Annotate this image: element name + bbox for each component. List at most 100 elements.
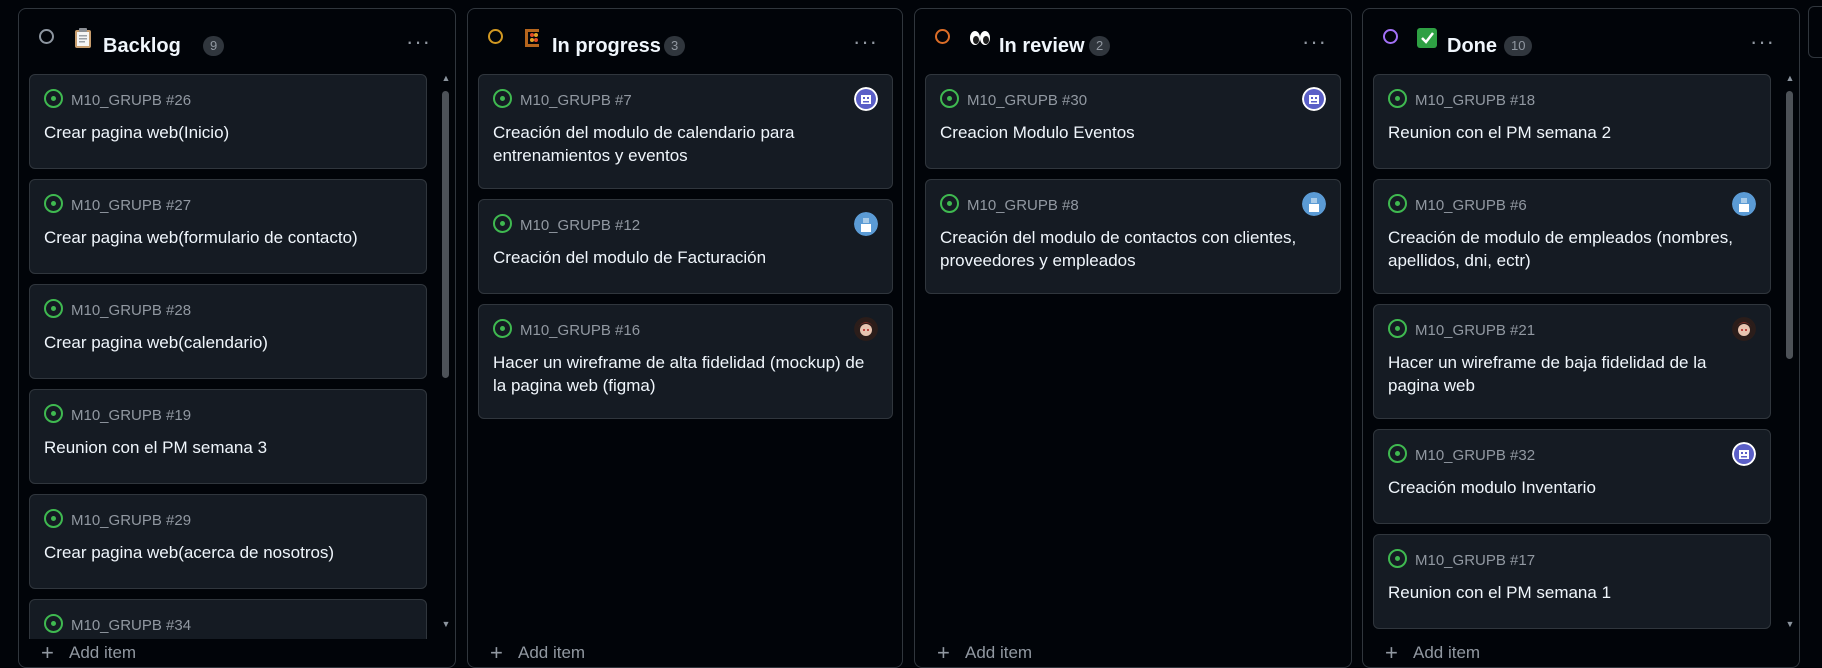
issue-card[interactable]: M10_GRUPB #18 Reunion con el PM semana 2 (1373, 74, 1771, 169)
issue-card[interactable]: M10_GRUPB #29 Crear pagina web(acerca de… (29, 494, 427, 589)
scroll-down-icon[interactable]: ▼ (439, 619, 453, 629)
card-list: M10_GRUPB #18 Reunion con el PM semana 2… (1373, 74, 1773, 639)
issue-title[interactable]: Crear pagina web(calendario) (44, 331, 414, 354)
blue-avatar[interactable] (1732, 192, 1756, 216)
issue-title[interactable]: Reunion con el PM semana 3 (44, 436, 414, 459)
issue-reference[interactable]: M10_GRUPB #19 (71, 407, 191, 424)
column-done: Done 10 ··· M10_GRUPB #18 Reunion con el… (1362, 8, 1800, 668)
robot-avatar[interactable] (1732, 442, 1756, 466)
column-in-progress: In progress 3 ··· M10_GRUPB #7 Creación … (467, 8, 903, 668)
status-circle-icon (39, 29, 54, 44)
issue-open-icon (44, 509, 63, 528)
issue-card[interactable]: M10_GRUPB #17 Reunion con el PM semana 1 (1373, 534, 1771, 629)
issue-open-icon (1388, 319, 1407, 338)
issue-title[interactable]: Creación del modulo de Facturación (493, 246, 880, 269)
column-scrollbar[interactable]: ▲ ▼ (1783, 71, 1797, 633)
plus-icon: + (490, 640, 503, 665)
issue-card[interactable]: M10_GRUPB #32 Creación modulo Inventario (1373, 429, 1771, 524)
issue-reference[interactable]: M10_GRUPB #30 (967, 92, 1087, 109)
column-title: Done (1447, 35, 1497, 57)
issue-open-icon (44, 194, 63, 213)
plus-icon: + (41, 640, 54, 665)
issue-title[interactable]: Reunion con el PM semana 1 (1388, 581, 1758, 604)
issue-open-icon (493, 319, 512, 338)
issue-title[interactable]: Creación modulo Inventario (1388, 476, 1758, 499)
more-options-icon[interactable]: ··· (1302, 29, 1327, 55)
issue-reference[interactable]: M10_GRUPB #12 (520, 217, 640, 234)
issue-reference[interactable]: M10_GRUPB #17 (1415, 552, 1535, 569)
issue-title[interactable]: Creacion Modulo Eventos (940, 121, 1328, 144)
issue-card[interactable]: M10_GRUPB #12 Creación del modulo de Fac… (478, 199, 893, 294)
column-header: In review 2 ··· (915, 9, 1351, 71)
issue-open-icon (940, 89, 959, 108)
issue-title[interactable]: Hacer un wireframe de baja fidelidad de … (1388, 351, 1758, 397)
more-options-icon[interactable]: ··· (1750, 29, 1775, 55)
issue-card[interactable]: M10_GRUPB #16 Hacer un wireframe de alta… (478, 304, 893, 419)
issue-reference[interactable]: M10_GRUPB #29 (71, 512, 191, 529)
issue-title[interactable]: Creación de modulo de empleados (nombres… (1388, 226, 1758, 272)
issue-card[interactable]: M10_GRUPB #26 Crear pagina web(Inicio) (29, 74, 427, 169)
add-item-label: Add item (965, 643, 1033, 662)
issue-card[interactable]: M10_GRUPB #8 Creación del modulo de cont… (925, 179, 1341, 294)
column-scrollbar[interactable]: ▲ ▼ (439, 71, 453, 633)
issue-reference[interactable]: M10_GRUPB #18 (1415, 92, 1535, 109)
issue-reference[interactable]: M10_GRUPB #32 (1415, 447, 1535, 464)
issue-card[interactable]: M10_GRUPB #34 (29, 599, 427, 639)
issue-open-icon (493, 214, 512, 233)
item-count-badge: 3 (664, 36, 686, 56)
add-item-label: Add item (518, 643, 586, 662)
status-circle-icon (935, 29, 950, 44)
issue-title[interactable]: Crear pagina web(acerca de nosotros) (44, 541, 414, 564)
scroll-down-icon[interactable]: ▼ (1783, 619, 1797, 629)
more-options-icon[interactable]: ··· (406, 29, 431, 55)
scroll-up-icon[interactable]: ▲ (439, 73, 453, 83)
issue-title[interactable]: Reunion con el PM semana 2 (1388, 121, 1758, 144)
check-mark-icon (1417, 27, 1437, 49)
column-title: Backlog (103, 35, 181, 57)
item-count-badge: 2 (1089, 36, 1111, 56)
issue-card[interactable]: M10_GRUPB #7 Creación del modulo de cale… (478, 74, 893, 189)
scroll-thumb[interactable] (1786, 91, 1793, 359)
issue-title[interactable]: Hacer un wireframe de alta fidelidad (mo… (493, 351, 880, 397)
column-header: In progress 3 ··· (468, 9, 902, 71)
column-header: Done 10 ··· (1363, 9, 1799, 71)
issue-open-icon (1388, 89, 1407, 108)
issue-title[interactable]: Crear pagina web(Inicio) (44, 121, 414, 144)
anime-avatar[interactable] (854, 317, 878, 341)
blue-avatar[interactable] (1302, 192, 1326, 216)
issue-open-icon (44, 404, 63, 423)
issue-open-icon (44, 299, 63, 318)
card-list: M10_GRUPB #30 Creacion Modulo Eventos M1… (925, 74, 1343, 639)
issue-card[interactable]: M10_GRUPB #27 Crear pagina web(formulari… (29, 179, 427, 274)
issue-title[interactable]: Creación del modulo de contactos con cli… (940, 226, 1328, 272)
issue-open-icon (44, 89, 63, 108)
robot-avatar[interactable] (854, 87, 878, 111)
card-list: M10_GRUPB #26 Crear pagina web(Inicio) M… (29, 74, 449, 639)
blue-avatar[interactable] (854, 212, 878, 236)
issue-reference[interactable]: M10_GRUPB #8 (967, 197, 1079, 214)
item-count-badge: 9 (203, 36, 225, 56)
scroll-up-icon[interactable]: ▲ (1783, 73, 1797, 83)
issue-card[interactable]: M10_GRUPB #21 Hacer un wireframe de baja… (1373, 304, 1771, 419)
issue-reference[interactable]: M10_GRUPB #21 (1415, 322, 1535, 339)
issue-card[interactable]: M10_GRUPB #19 Reunion con el PM semana 3 (29, 389, 427, 484)
next-column-edge (1808, 6, 1822, 58)
issue-reference[interactable]: M10_GRUPB #16 (520, 322, 640, 339)
column-backlog: Backlog 9 ··· M10_GRUPB #26 Crear pagina… (18, 8, 456, 668)
issue-title[interactable]: Crear pagina web(formulario de contacto) (44, 226, 414, 249)
issue-card[interactable]: M10_GRUPB #6 Creación de modulo de emple… (1373, 179, 1771, 294)
robot-avatar[interactable] (1302, 87, 1326, 111)
issue-card[interactable]: M10_GRUPB #30 Creacion Modulo Eventos (925, 74, 1341, 169)
issue-title[interactable]: Creación del modulo de calendario para e… (493, 121, 880, 167)
issue-reference[interactable]: M10_GRUPB #34 (71, 617, 191, 634)
more-options-icon[interactable]: ··· (853, 29, 878, 55)
scroll-thumb[interactable] (442, 91, 449, 378)
item-count-badge: 10 (1504, 36, 1533, 56)
issue-reference[interactable]: M10_GRUPB #7 (520, 92, 632, 109)
issue-reference[interactable]: M10_GRUPB #28 (71, 302, 191, 319)
anime-avatar[interactable] (1732, 317, 1756, 341)
issue-card[interactable]: M10_GRUPB #28 Crear pagina web(calendari… (29, 284, 427, 379)
issue-reference[interactable]: M10_GRUPB #26 (71, 92, 191, 109)
issue-reference[interactable]: M10_GRUPB #6 (1415, 197, 1527, 214)
issue-reference[interactable]: M10_GRUPB #27 (71, 197, 191, 214)
